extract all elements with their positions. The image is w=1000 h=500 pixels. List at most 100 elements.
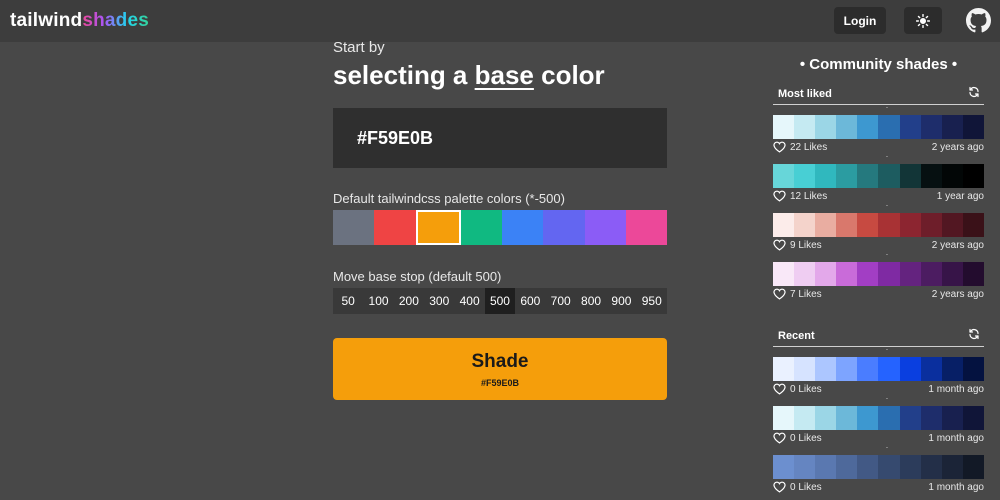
palette-swatch[interactable] <box>584 210 626 245</box>
likes-text: 9 Likes <box>790 239 822 251</box>
likes-count: 22 Likes <box>773 141 827 153</box>
palette-strip[interactable] <box>773 164 984 188</box>
community-palette-card[interactable]: ˇ 12 Likes 1 year ago <box>773 157 984 204</box>
shade-swatch <box>773 115 795 139</box>
likes-text: 7 Likes <box>790 288 822 300</box>
community-palette-card[interactable]: ˇ 7 Likes 2 years ago <box>773 255 984 302</box>
heart-icon[interactable] <box>773 288 786 300</box>
shade-swatch <box>773 406 795 430</box>
heart-icon[interactable] <box>773 481 786 493</box>
likes-count: 0 Likes <box>773 383 822 395</box>
likes-text: 12 Likes <box>790 190 828 202</box>
shade-swatch <box>836 213 858 237</box>
shade-swatch <box>857 115 879 139</box>
palette-swatch[interactable] <box>543 210 585 245</box>
shade-swatch <box>857 357 879 381</box>
logo[interactable]: tailwindshades <box>10 10 149 32</box>
recent-header: Recent <box>773 328 984 347</box>
palette-strip[interactable] <box>773 213 984 237</box>
stop-option[interactable]: 700 <box>546 288 576 314</box>
palette-strip[interactable] <box>773 455 984 479</box>
stop-option[interactable]: 800 <box>576 288 606 314</box>
shade-swatch <box>962 262 984 286</box>
refresh-icon[interactable] <box>968 86 980 98</box>
shade-swatch <box>899 164 921 188</box>
community-palette-card[interactable]: ˇ 0 Likes 1 month ago <box>773 399 984 446</box>
stop-option[interactable]: 200 <box>394 288 424 314</box>
heart-icon[interactable] <box>773 239 786 251</box>
shade-swatch <box>773 455 795 479</box>
github-icon[interactable] <box>966 8 991 33</box>
stop-option[interactable]: 400 <box>454 288 484 314</box>
heart-icon[interactable] <box>773 383 786 395</box>
palette-swatch[interactable] <box>374 210 416 245</box>
shade-swatch <box>962 164 984 188</box>
palette-swatch[interactable] <box>333 210 375 245</box>
shade-button[interactable]: Shade #F59E0B <box>333 338 667 400</box>
shade-swatch <box>815 115 837 139</box>
palette-swatch[interactable] <box>415 210 461 245</box>
shade-swatch <box>836 262 858 286</box>
shade-swatch <box>815 213 837 237</box>
most-liked-header: Most liked <box>773 86 984 105</box>
timestamp: 1 month ago <box>928 384 984 395</box>
palette-strip[interactable] <box>773 406 984 430</box>
timestamp: 2 years ago <box>931 289 984 300</box>
base-marker-icon: ˇ <box>886 108 888 114</box>
palette-swatch[interactable] <box>460 210 502 245</box>
palette-strip[interactable] <box>773 357 984 381</box>
refresh-icon[interactable] <box>968 328 980 340</box>
shade-swatch <box>899 213 921 237</box>
shade-swatch <box>794 455 816 479</box>
shade-swatch <box>836 455 858 479</box>
base-marker-icon: ˇ <box>886 448 888 454</box>
stop-option[interactable]: 100 <box>363 288 393 314</box>
shade-swatch <box>857 164 879 188</box>
heart-icon[interactable] <box>773 190 786 202</box>
shade-swatch <box>857 406 879 430</box>
palette-swatch[interactable] <box>625 210 667 245</box>
stop-option[interactable]: 50 <box>333 288 363 314</box>
community-palette-card[interactable]: ˇ 0 Likes 1 month ago <box>773 448 984 495</box>
shade-swatch <box>899 357 921 381</box>
theme-toggle-button[interactable] <box>904 7 942 34</box>
timestamp: 2 years ago <box>931 240 984 251</box>
headline-pre: selecting a <box>333 60 475 90</box>
palette-strip[interactable] <box>773 115 984 139</box>
login-button[interactable]: Login <box>834 7 886 34</box>
most-liked-label: Most liked <box>778 88 832 100</box>
likes-count: 0 Likes <box>773 481 822 493</box>
logo-text-shades: shades <box>82 10 150 31</box>
stop-option[interactable]: 500 <box>484 288 516 314</box>
shade-swatch <box>941 115 963 139</box>
palette-strip[interactable] <box>773 262 984 286</box>
heart-icon[interactable] <box>773 141 786 153</box>
shade-swatch <box>920 455 942 479</box>
stop-option[interactable]: 600 <box>515 288 545 314</box>
timestamp: 1 year ago <box>936 191 984 202</box>
shade-swatch <box>794 262 816 286</box>
shade-swatch <box>941 357 963 381</box>
community-palette-card[interactable]: ˇ 0 Likes 1 month ago <box>773 350 984 397</box>
shade-button-color: #F59E0B <box>480 378 520 388</box>
shade-swatch <box>836 164 858 188</box>
base-color-input[interactable] <box>333 108 667 168</box>
community-palette-card[interactable]: ˇ 22 Likes 2 years ago <box>773 108 984 155</box>
stop-option[interactable]: 300 <box>424 288 454 314</box>
community-palette-card[interactable]: ˇ 9 Likes 2 years ago <box>773 206 984 253</box>
default-palette <box>333 210 667 245</box>
likes-text: 0 Likes <box>790 432 822 444</box>
stop-option[interactable]: 900 <box>606 288 636 314</box>
heart-icon[interactable] <box>773 432 786 444</box>
logo-text-tailwind: tailwind <box>10 10 83 31</box>
shade-swatch <box>941 455 963 479</box>
shade-swatch <box>962 357 984 381</box>
likes-count: 7 Likes <box>773 288 822 300</box>
shade-swatch <box>794 406 816 430</box>
stop-option[interactable]: 950 <box>637 288 667 314</box>
shade-swatch <box>878 213 900 237</box>
base-marker-icon: ˇ <box>886 255 888 261</box>
palette-swatch[interactable] <box>502 210 544 245</box>
timestamp: 1 month ago <box>928 482 984 493</box>
shade-swatch <box>941 213 963 237</box>
